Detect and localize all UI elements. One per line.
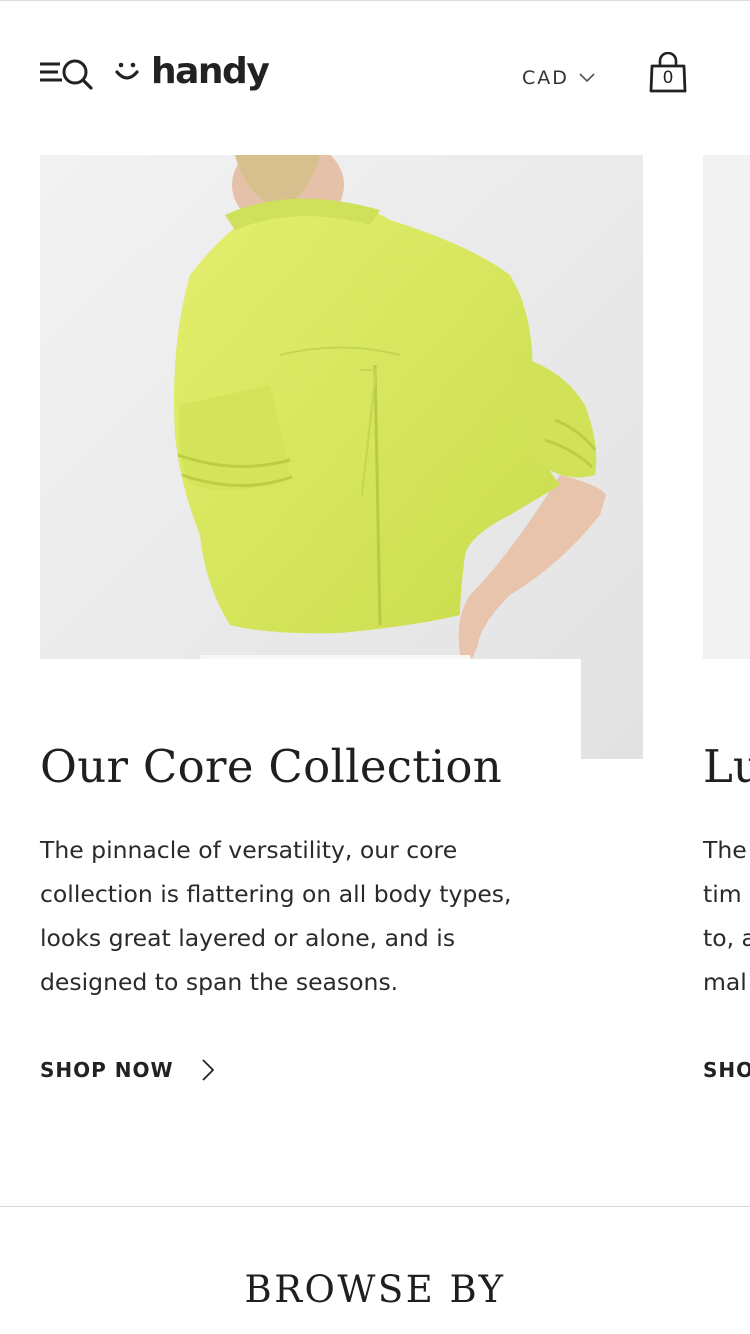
- next-shop-label: SHO: [703, 1058, 750, 1082]
- next-collection-title: Lu: [703, 740, 750, 793]
- shop-now-label: SHOP NOW: [40, 1058, 174, 1082]
- brand-logo[interactable]: handy: [113, 50, 270, 94]
- next-description-line: to, a: [703, 924, 750, 952]
- currency-label: CAD: [522, 67, 569, 89]
- smile-icon: [115, 62, 139, 80]
- section-divider: [0, 1206, 750, 1207]
- menu-search-icon: [40, 59, 93, 90]
- menu-search-button[interactable]: [40, 58, 94, 90]
- next-description-line: The: [703, 836, 747, 864]
- next-description-line: mal: [703, 968, 747, 996]
- chevron-right-icon: [201, 1059, 214, 1081]
- collection-description: The pinnacle of versatility, our core co…: [40, 836, 512, 996]
- collection-title: Our Core Collection: [40, 740, 503, 793]
- top-border: [0, 0, 750, 1]
- next-collection-description: The tim to, a mal: [703, 828, 750, 1004]
- cart-button[interactable]: 0: [648, 51, 688, 94]
- browse-by-heading: BROWSE BY: [244, 1268, 506, 1311]
- next-collection-image[interactable]: [703, 155, 750, 659]
- currency-selector[interactable]: CAD: [522, 64, 595, 92]
- next-description-line: tim: [703, 880, 742, 908]
- brand-name: handy: [151, 51, 270, 92]
- next-shop-now-link[interactable]: SHO: [703, 1052, 750, 1088]
- chevron-down-icon: [579, 73, 595, 83]
- shop-now-link[interactable]: SHOP NOW: [40, 1052, 214, 1088]
- cart-count: 0: [662, 68, 674, 88]
